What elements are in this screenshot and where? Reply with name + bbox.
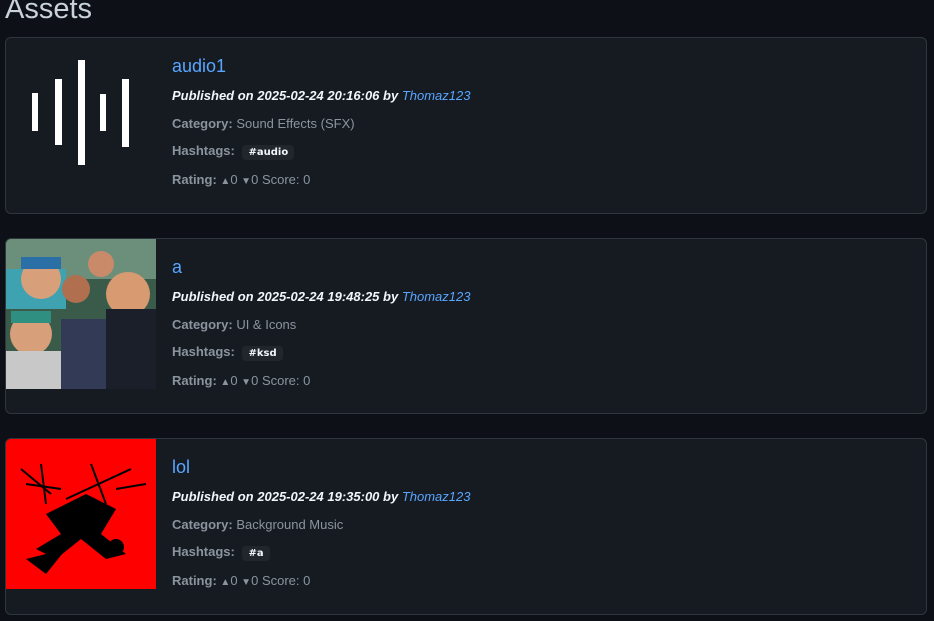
published-date: 2025-02-24 19:48:25 <box>257 289 380 304</box>
hashtags-row: Hashtags: #audio <box>172 143 916 160</box>
upvote-count: 0 <box>230 172 238 187</box>
score-value: 0 <box>303 373 311 388</box>
by-label: by <box>383 88 399 103</box>
downvote-icon[interactable]: ▼ <box>241 176 251 187</box>
score-label: Score: <box>261 373 300 388</box>
by-label: by <box>383 289 399 304</box>
hashtags-label: Hashtags: <box>172 143 235 158</box>
author-link[interactable]: Thomaz123 <box>402 289 471 304</box>
published-info: Published on 2025-02-24 19:48:25 by Thom… <box>172 289 916 304</box>
category-label: Category: <box>172 517 233 532</box>
category-value: Background Music <box>236 517 344 532</box>
upvote-count: 0 <box>230 373 238 388</box>
artwork-thumbnail[interactable] <box>6 439 156 589</box>
rating-label: Rating: <box>172 573 217 588</box>
asset-title-link[interactable]: audio1 <box>172 56 226 77</box>
score-label: Score: <box>261 573 300 588</box>
asset-title-link[interactable]: lol <box>172 457 190 478</box>
hashtags-row: Hashtags: #a <box>172 544 916 561</box>
downvote-icon[interactable]: ▼ <box>241 577 251 588</box>
category-label: Category: <box>172 116 233 131</box>
category-value: Sound Effects (SFX) <box>236 116 355 131</box>
by-label: by <box>383 489 399 504</box>
published-label: Published on <box>172 289 254 304</box>
rating-label: Rating: <box>172 172 217 187</box>
published-label: Published on <box>172 88 254 103</box>
score-value: 0 <box>303 573 311 588</box>
upvote-icon[interactable]: ▲ <box>220 377 230 388</box>
rating-row: Rating: ▲0 ▼0 Score: 0 <box>172 172 916 187</box>
rating-label: Rating: <box>172 373 217 388</box>
category-value: UI & Icons <box>236 317 297 332</box>
group-photo-image <box>6 239 156 389</box>
hashtags-label: Hashtags: <box>172 544 235 559</box>
hashtag-badge[interactable]: #audio <box>242 145 295 160</box>
hashtags-label: Hashtags: <box>172 344 235 359</box>
upvote-icon[interactable]: ▲ <box>220 176 230 187</box>
asset-card: audio1 Published on 2025-02-24 20:16:06 … <box>5 37 927 214</box>
downvote-count: 0 <box>251 573 259 588</box>
rating-row: Rating: ▲0 ▼0 Score: 0 <box>172 373 916 388</box>
published-info: Published on 2025-02-24 20:16:06 by Thom… <box>172 88 916 103</box>
hashtags-row: Hashtags: #ksd <box>172 344 916 361</box>
asset-card: lol Published on 2025-02-24 19:35:00 by … <box>5 438 927 615</box>
author-link[interactable]: Thomaz123 <box>402 489 471 504</box>
hashtag-badge[interactable]: #a <box>242 546 270 561</box>
downvote-count: 0 <box>251 172 259 187</box>
downvote-count: 0 <box>251 373 259 388</box>
category-label: Category: <box>172 317 233 332</box>
rating-row: Rating: ▲0 ▼0 Score: 0 <box>172 573 916 588</box>
audio-thumbnail[interactable] <box>6 38 156 188</box>
upvote-icon[interactable]: ▲ <box>220 577 230 588</box>
published-info: Published on 2025-02-24 19:35:00 by Thom… <box>172 489 916 504</box>
hashtag-badge[interactable]: #ksd <box>242 346 283 361</box>
author-link[interactable]: Thomaz123 <box>402 88 471 103</box>
score-value: 0 <box>303 172 311 187</box>
category-row: Category: Sound Effects (SFX) <box>172 116 916 131</box>
score-label: Score: <box>261 172 300 187</box>
category-row: Category: Background Music <box>172 517 916 532</box>
downvote-icon[interactable]: ▼ <box>241 377 251 388</box>
page-title: Assets <box>5 0 93 25</box>
photo-thumbnail[interactable] <box>6 239 156 389</box>
red-artwork-image <box>6 439 156 589</box>
asset-title-link[interactable]: a <box>172 257 182 278</box>
category-row: Category: UI & Icons <box>172 317 916 332</box>
published-label: Published on <box>172 489 254 504</box>
published-date: 2025-02-24 20:16:06 <box>257 88 380 103</box>
published-date: 2025-02-24 19:35:00 <box>257 489 380 504</box>
asset-card: a Published on 2025-02-24 19:48:25 by Th… <box>5 238 927 414</box>
upvote-count: 0 <box>230 573 238 588</box>
audio-waveform-icon <box>32 60 129 165</box>
